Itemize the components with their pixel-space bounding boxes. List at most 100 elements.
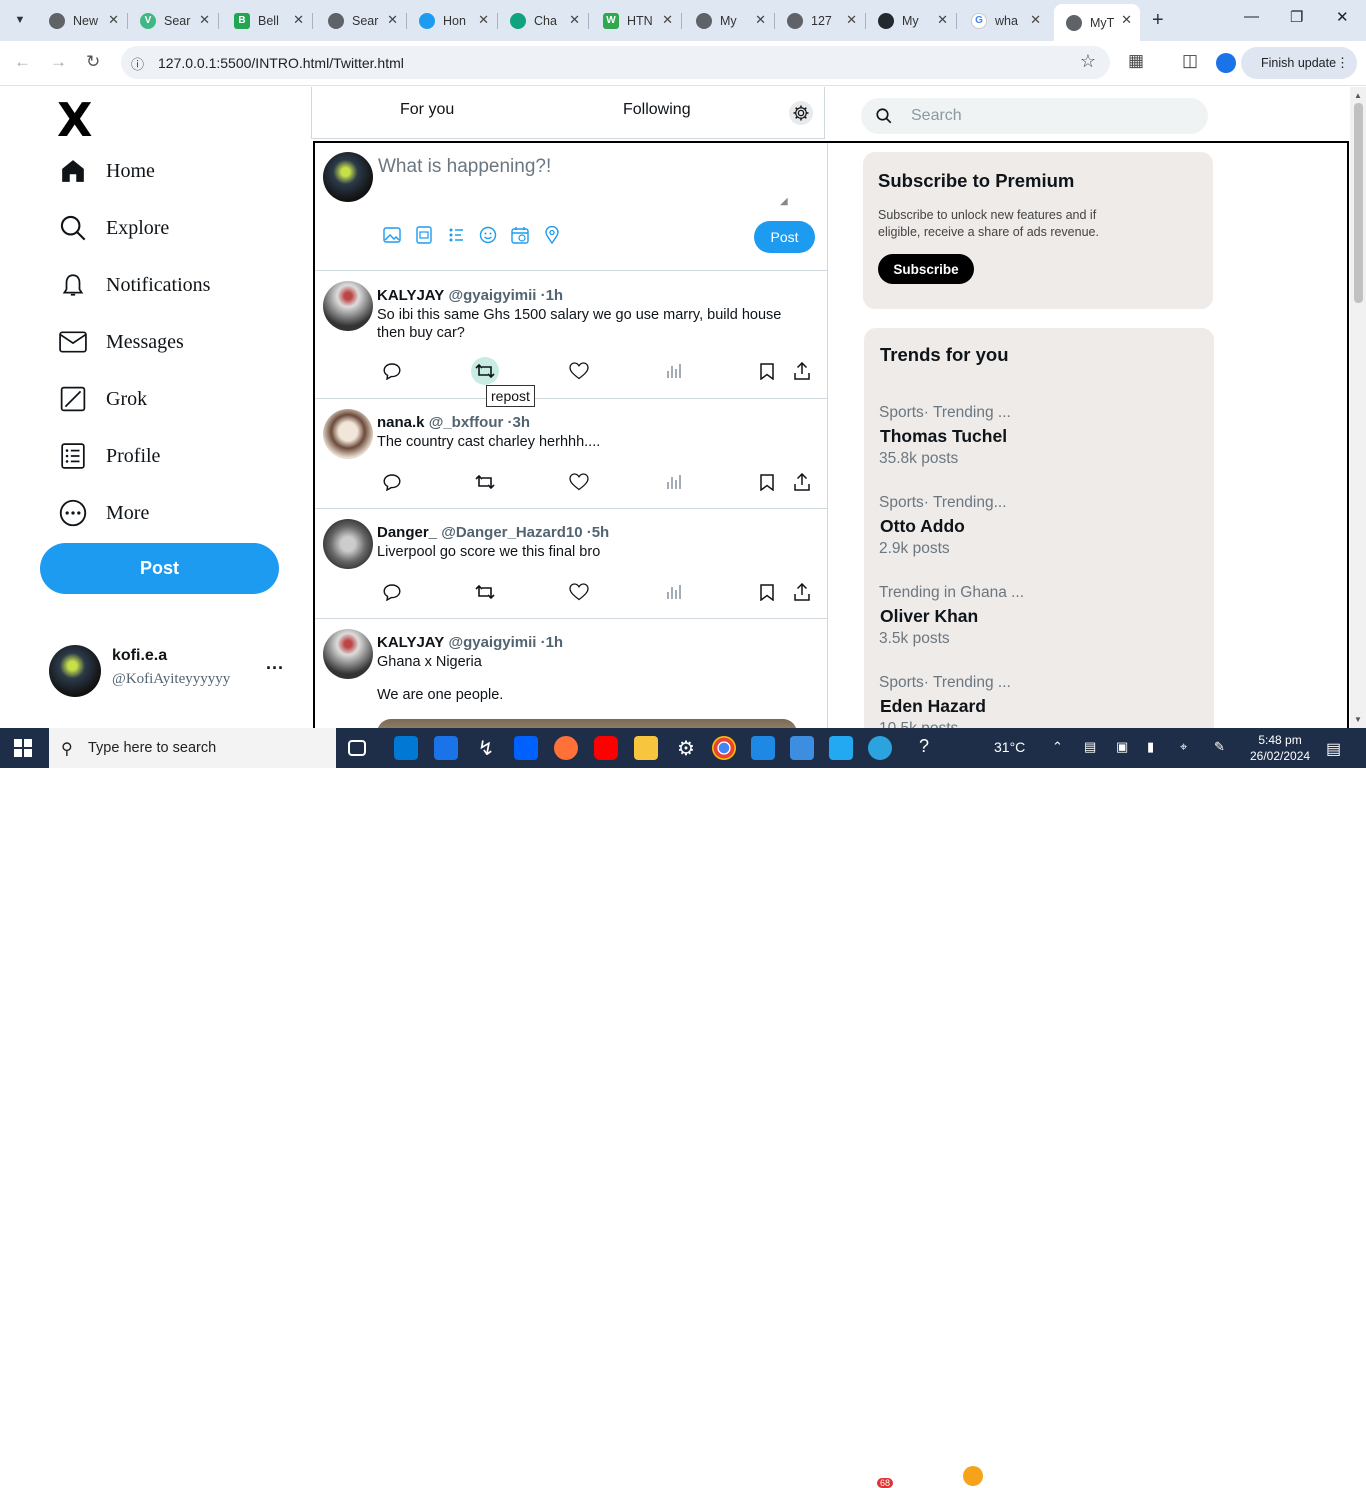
back-icon[interactable]: ← (14, 52, 31, 72)
vscode-icon[interactable] (829, 736, 853, 760)
settings-gear-icon[interactable]: ⚙ (674, 736, 698, 760)
poll-icon[interactable] (440, 225, 472, 245)
tweet-media-image[interactable] (377, 719, 797, 728)
close-tab-icon[interactable]: ✕ (662, 12, 673, 28)
weather-sun-icon[interactable] (963, 1466, 983, 1486)
extensions-icon[interactable]: ▦ (1128, 51, 1144, 71)
browser-tab[interactable]: My ✕ (684, 5, 775, 36)
close-tab-icon[interactable]: ✕ (293, 12, 304, 28)
schedule-icon[interactable] (504, 225, 536, 245)
search-input[interactable]: Search (861, 98, 1208, 134)
share-icon[interactable] (788, 359, 816, 383)
finish-update-button[interactable]: Finish update ⋮ (1241, 47, 1357, 79)
scroll-down-icon[interactable]: ▼ (1354, 715, 1362, 724)
trend-name[interactable]: Otto Addo (880, 516, 965, 537)
close-tab-icon[interactable]: ✕ (478, 12, 489, 28)
pen-icon[interactable]: ✎ (1214, 739, 1225, 755)
tweet-avatar[interactable] (323, 281, 373, 331)
views-icon[interactable] (660, 580, 688, 604)
reply-icon[interactable] (378, 359, 406, 383)
browser-tab[interactable]: V Sear ✕ (128, 5, 219, 36)
close-tab-icon[interactable]: ✕ (937, 12, 948, 28)
tweet[interactable]: nana.k @_bxffour ·3h The country cast ch… (315, 399, 827, 509)
help-icon[interactable]: ? (912, 736, 936, 760)
like-icon[interactable] (565, 470, 593, 494)
profile-avatar-icon[interactable] (1216, 53, 1236, 73)
repost-icon[interactable] (471, 357, 499, 385)
weather-temp[interactable]: 31°C (994, 739, 1025, 755)
firefox-icon[interactable] (554, 736, 578, 760)
emoji-icon[interactable] (472, 225, 504, 245)
close-tab-icon[interactable]: ✕ (199, 12, 210, 28)
nav-item-more[interactable]: More (58, 493, 149, 533)
nav-item-messages[interactable]: Messages (58, 322, 184, 362)
forward-icon[interactable]: → (50, 52, 67, 72)
telegram-icon[interactable] (868, 736, 892, 760)
tweet[interactable]: KALYJAY @gyaigyimii ·1h So ibi this same… (315, 271, 827, 407)
notifications-icon[interactable]: ▤ (1326, 739, 1341, 759)
close-tab-icon[interactable]: ✕ (569, 12, 580, 28)
nav-item-explore[interactable]: Explore (58, 208, 169, 248)
browser-tab[interactable]: New ✕ (37, 5, 128, 36)
app-icon[interactable]: ↯ (474, 736, 498, 760)
tweet-author-name[interactable]: nana.k (377, 414, 425, 431)
dropbox-icon[interactable] (514, 736, 538, 760)
browser-tab[interactable]: G wha ✕ (959, 5, 1049, 36)
views-icon[interactable] (660, 470, 688, 494)
tab-search-button[interactable]: ▼ (8, 9, 32, 31)
close-window-icon[interactable]: ✕ (1336, 8, 1349, 26)
reply-icon[interactable] (378, 470, 406, 494)
bookmark-icon[interactable] (753, 580, 781, 604)
close-tab-icon[interactable]: ✕ (846, 12, 857, 28)
photos-icon[interactable] (790, 736, 814, 760)
reply-icon[interactable] (378, 580, 406, 604)
url-text[interactable]: 127.0.0.1:5500/INTRO.html/Twitter.html (158, 55, 404, 71)
tweet-author-name[interactable]: KALYJAY (377, 287, 444, 304)
tweet-avatar[interactable] (323, 519, 373, 569)
media-player-icon[interactable] (751, 736, 775, 760)
browser-tab[interactable]: B Bell ✕ (222, 5, 313, 36)
bookmark-icon[interactable] (753, 470, 781, 494)
trend-name[interactable]: Thomas Tuchel (880, 426, 1007, 447)
tray-chevron-icon[interactable]: ⌃ (1052, 739, 1063, 755)
browser-tab[interactable]: W HTN ✕ (591, 5, 682, 36)
address-bar[interactable]: ⓘ 127.0.0.1:5500/INTRO.html/Twitter.html… (121, 46, 1110, 79)
bookmark-star-icon[interactable]: ☆ (1080, 51, 1096, 72)
nav-item-notifications[interactable]: Notifications (58, 265, 210, 305)
trend-name[interactable]: Eden Hazard (880, 696, 986, 717)
user-avatar[interactable] (49, 645, 101, 697)
restore-icon[interactable]: ❐ (1290, 8, 1303, 26)
minimize-icon[interactable]: — (1244, 8, 1259, 25)
account-more-icon[interactable]: ... (266, 653, 284, 674)
resize-handle-icon[interactable]: ◢ (780, 196, 788, 207)
new-tab-button[interactable]: + (1152, 9, 1164, 32)
close-tab-icon[interactable]: ✕ (387, 12, 398, 28)
browser-tab[interactable]: My ✕ (866, 5, 957, 36)
tray-display-icon[interactable]: ▣ (1116, 739, 1128, 755)
side-panel-icon[interactable]: ◫ (1182, 51, 1198, 71)
browser-tab-active[interactable]: MyT ✕ (1054, 4, 1140, 41)
share-icon[interactable] (788, 470, 816, 494)
browser-tab[interactable]: Cha ✕ (498, 5, 589, 36)
share-icon[interactable] (788, 580, 816, 604)
gear-icon[interactable] (789, 101, 813, 125)
file-explorer-icon[interactable] (634, 736, 658, 760)
tab-for-you[interactable]: For you (400, 101, 454, 119)
tray-network-icon[interactable]: ▤ (1084, 739, 1096, 755)
youtube-icon[interactable] (594, 736, 618, 760)
menu-dots-icon[interactable]: ⋮ (1336, 55, 1349, 71)
scroll-up-icon[interactable]: ▲ (1354, 91, 1362, 100)
close-tab-icon[interactable]: ✕ (1030, 12, 1041, 28)
subscribe-button[interactable]: Subscribe (878, 254, 974, 284)
repost-icon[interactable] (471, 470, 499, 494)
scrollbar-thumb[interactable] (1354, 103, 1363, 303)
composer-post-button[interactable]: Post (754, 221, 815, 253)
trend-name[interactable]: Oliver Khan (880, 606, 978, 627)
reload-icon[interactable]: ↻ (86, 52, 100, 72)
close-tab-icon[interactable]: ✕ (108, 12, 119, 28)
tweet-avatar[interactable] (323, 629, 373, 679)
site-info-icon[interactable]: ⓘ (131, 54, 144, 73)
task-view-icon[interactable] (348, 740, 366, 756)
tweet[interactable]: Danger_ @Danger_Hazard10 ·5h Liverpool g… (315, 509, 827, 619)
store-icon[interactable] (394, 736, 418, 760)
